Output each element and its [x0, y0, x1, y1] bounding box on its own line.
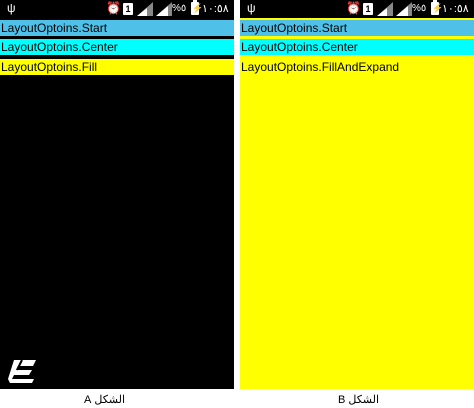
- label-fill-and-expand: LayoutOptoins.FillAndExpand: [240, 59, 474, 75]
- label-start: LayoutOptoins.Start: [0, 20, 234, 36]
- sim-icon: 1: [363, 3, 373, 15]
- battery-percent: %٥: [412, 3, 427, 14]
- signal-icon: [156, 2, 172, 16]
- signal-icon: [137, 2, 153, 16]
- app-logo-icon: [8, 359, 36, 383]
- sim-icon: 1: [123, 3, 133, 15]
- status-bar: ψ ⏰ 1 %٥ ⚡ ١٠:٥٨: [0, 0, 234, 18]
- battery-charging-icon: ⚡: [191, 0, 204, 15]
- phone-screen-b: ψ ⏰ 1 %٥ ⚡ ١٠:٥٨ LayoutOptoins.Start Lay…: [240, 0, 474, 389]
- alarm-icon: ⏰: [346, 1, 361, 15]
- battery-percent: %٥: [172, 3, 187, 14]
- label-start: LayoutOptoins.Start: [240, 20, 474, 36]
- clock: ١٠:٥٨: [202, 3, 229, 15]
- label-center: LayoutOptoins.Center: [240, 39, 474, 55]
- label-center: LayoutOptoins.Center: [0, 39, 234, 55]
- battery-charging-icon: ⚡: [431, 0, 444, 15]
- caption-figure-b: الشكل B: [338, 394, 380, 406]
- alarm-icon: ⏰: [106, 1, 121, 15]
- phone-screen-a: ψ ⏰ 1 %٥ ⚡ ١٠:٥٨ LayoutOptoins.Start Lay…: [0, 0, 234, 389]
- usb-icon: ψ: [7, 1, 16, 15]
- caption-figure-a: الشكل A: [84, 394, 126, 406]
- clock: ١٠:٥٨: [442, 3, 469, 15]
- signal-icon: [396, 2, 412, 16]
- usb-icon: ψ: [247, 1, 256, 15]
- status-bar: ψ ⏰ 1 %٥ ⚡ ١٠:٥٨: [240, 0, 474, 18]
- label-fill: LayoutOptoins.Fill: [0, 59, 234, 75]
- signal-icon: [377, 2, 393, 16]
